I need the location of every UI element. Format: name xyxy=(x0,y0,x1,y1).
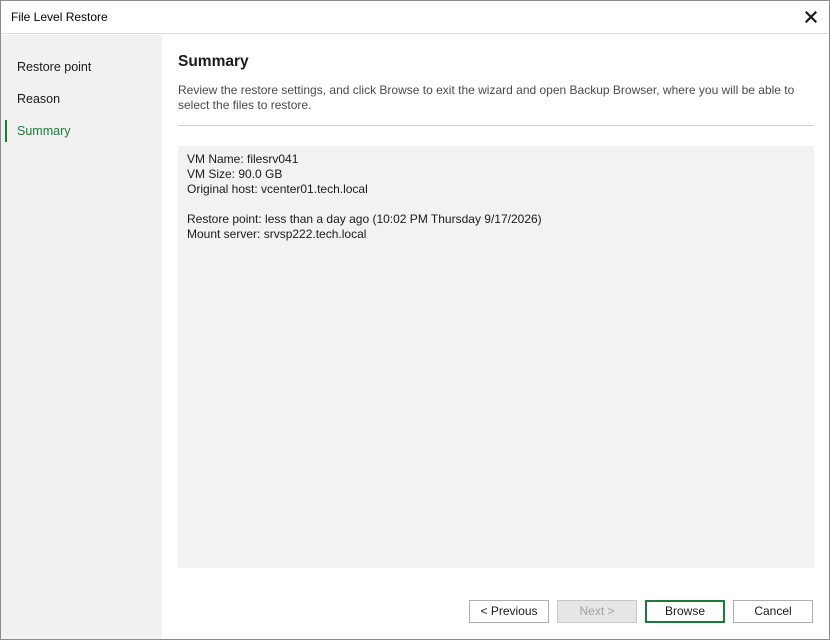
summary-blank-line xyxy=(187,197,805,212)
summary-line-mount-server: Mount server: srvsp222.tech.local xyxy=(187,227,367,241)
previous-button[interactable]: < Previous xyxy=(469,600,549,623)
window-title: File Level Restore xyxy=(11,10,108,24)
page-description: Review the restore settings, and click B… xyxy=(178,83,795,112)
summary-text-box[interactable]: VM Name: filesrv041 VM Size: 90.0 GB Ori… xyxy=(178,146,814,568)
summary-line-restore-point: Restore point: less than a day ago (10:0… xyxy=(187,212,542,226)
sidebar-item-restore-point[interactable]: Restore point xyxy=(5,56,155,78)
summary-line-original-host: Original host: vcenter01.tech.local xyxy=(187,182,368,196)
title-bar: File Level Restore xyxy=(1,1,829,34)
cancel-button[interactable]: Cancel xyxy=(733,600,813,623)
close-icon[interactable] xyxy=(801,7,821,27)
file-level-restore-window: File Level Restore Restore point Reason … xyxy=(0,0,830,640)
sidebar-item-reason[interactable]: Reason xyxy=(5,88,155,110)
sidebar-item-summary[interactable]: Summary xyxy=(5,120,155,142)
divider xyxy=(178,125,814,126)
wizard-steps-sidebar: Restore point Reason Summary xyxy=(1,35,162,639)
browse-button[interactable]: Browse xyxy=(645,600,725,623)
summary-line-vm-size: VM Size: 90.0 GB xyxy=(187,167,283,181)
main-content: Summary Review the restore settings, and… xyxy=(162,35,829,639)
summary-line-vm-name: VM Name: filesrv041 xyxy=(187,152,299,166)
next-button[interactable]: Next > xyxy=(557,600,637,623)
page-title: Summary xyxy=(178,53,249,70)
